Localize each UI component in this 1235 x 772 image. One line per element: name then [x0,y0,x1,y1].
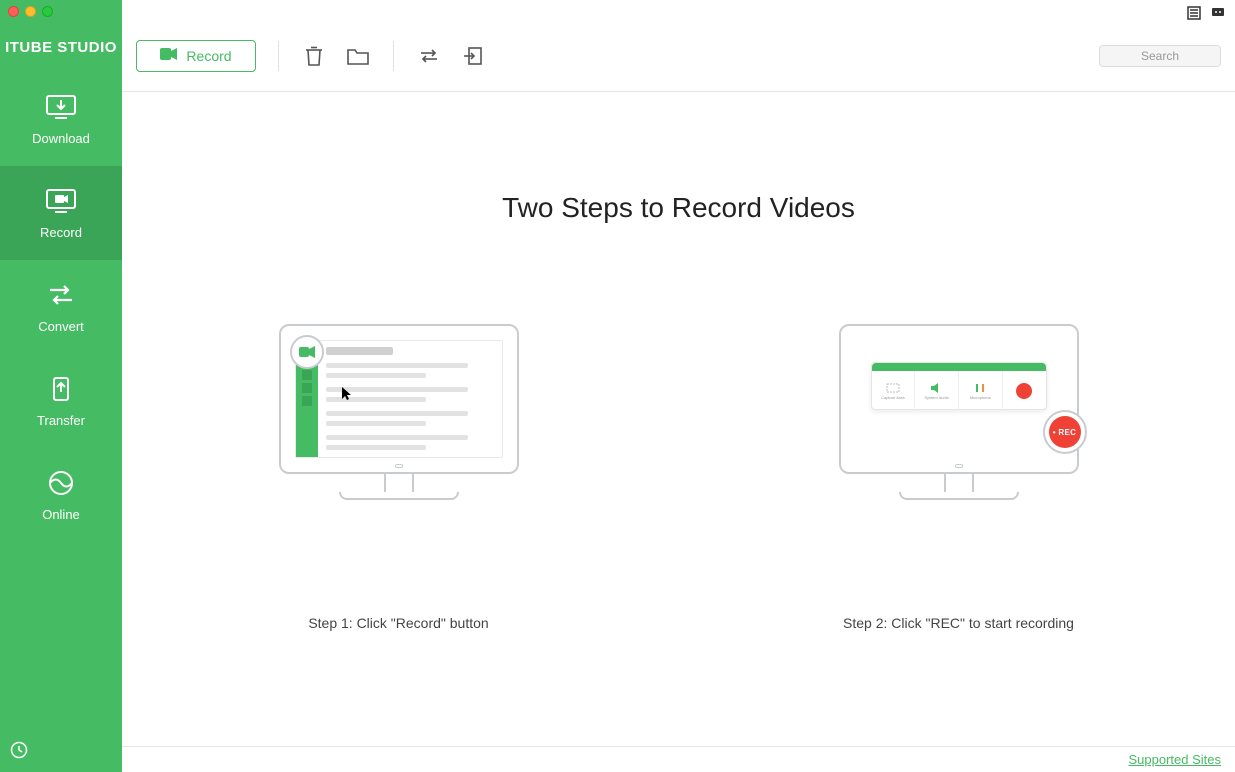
main-area: Record Search Two Steps to Record [122,0,1235,772]
record-button-label: Record [186,48,231,64]
app-title: ITUBE STUDIO [0,22,122,72]
sidebar-item-download[interactable]: Download [0,72,122,166]
toolbar-separator [393,41,394,71]
sidebar-item-label: Convert [38,319,84,334]
feedback-icon[interactable] [1211,6,1225,20]
trash-icon[interactable] [301,43,327,69]
rec-big-button-illustration: • REC [1043,410,1087,454]
camera-icon [160,47,178,64]
toolbar: Record Search [122,20,1235,92]
sidebar-item-label: Online [42,507,80,522]
sidebar-item-convert[interactable]: Convert [0,260,122,354]
step1-illustration [279,324,519,500]
page-heading: Two Steps to Record Videos [122,192,1235,224]
search-input[interactable]: Search [1099,45,1221,67]
toolbar-separator [278,41,279,71]
content: Two Steps to Record Videos [122,92,1235,746]
loop-icon[interactable] [416,43,442,69]
step-2: Capture Area System Audio Microphone • R… [829,324,1089,631]
titlebar-right [122,0,1235,20]
folder-icon[interactable] [345,43,371,69]
record-button[interactable]: Record [136,40,256,72]
step2-illustration: Capture Area System Audio Microphone • R… [839,324,1079,500]
globe-icon [44,469,78,497]
download-icon [44,93,78,121]
sidebar-item-label: Transfer [37,413,85,428]
footer: Supported Sites [122,746,1235,772]
record-badge-icon [290,335,324,369]
step1-caption: Step 1: Click "Record" button [308,615,488,631]
rec-cell-label: System Audio [924,395,948,400]
close-window-button[interactable] [8,6,19,17]
rec-badge-label: • REC [1049,416,1081,448]
sidebar-item-record[interactable]: Record [0,166,122,260]
search-placeholder: Search [1141,49,1179,63]
sidebar-item-transfer[interactable]: Transfer [0,354,122,448]
supported-sites-link[interactable]: Supported Sites [1128,752,1221,767]
step-1: Step 1: Click "Record" button [269,324,529,631]
convert-icon [44,281,78,309]
rec-cell-label: Microphone [970,395,991,400]
history-icon[interactable] [10,741,28,764]
sidebar-item-online[interactable]: Online [0,448,122,542]
rec-small-icon [1016,383,1032,399]
sidebar-item-label: Record [40,225,82,240]
sidebar-nav: Download Record [0,72,122,542]
cursor-icon [342,387,354,406]
sidebar: ITUBE STUDIO Download [0,0,122,772]
minimize-window-button[interactable] [25,6,36,17]
import-icon[interactable] [460,43,486,69]
record-screen-icon [44,187,78,215]
list-icon[interactable] [1187,6,1201,20]
sidebar-footer [0,732,122,772]
window-controls [0,0,122,22]
sidebar-item-label: Download [32,131,90,146]
step2-caption: Step 2: Click "REC" to start recording [843,615,1074,631]
transfer-icon [44,375,78,403]
rec-cell-label: Capture Area [881,395,905,400]
zoom-window-button[interactable] [42,6,53,17]
